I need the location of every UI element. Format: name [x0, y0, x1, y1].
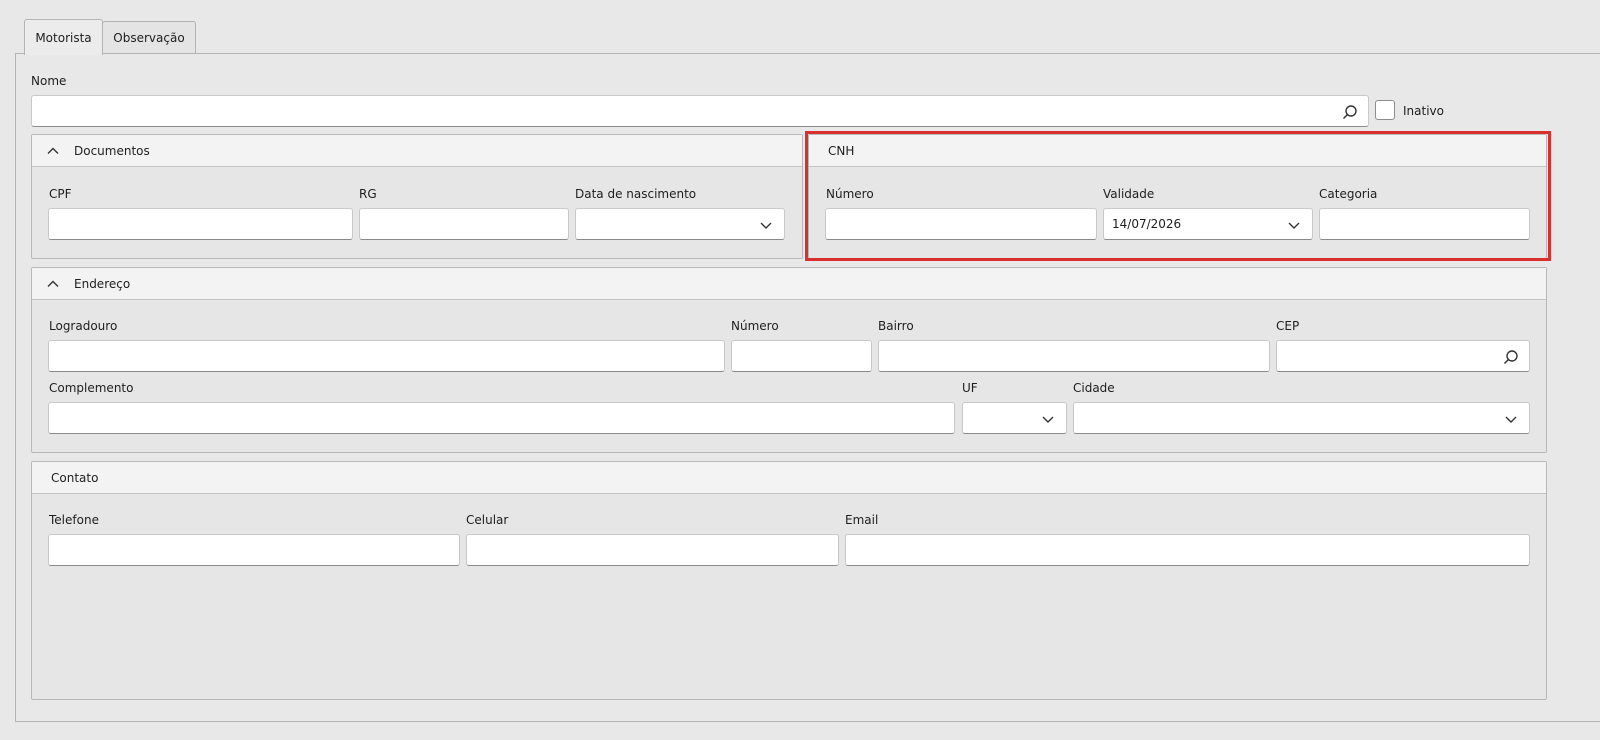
- uf-label: UF: [962, 381, 978, 395]
- telefone-input[interactable]: [48, 534, 460, 566]
- search-icon[interactable]: [1342, 104, 1358, 120]
- celular-label: Celular: [466, 513, 509, 527]
- chevron-down-icon[interactable]: [1503, 411, 1519, 427]
- cep-input[interactable]: [1276, 340, 1530, 372]
- inativo-checkbox[interactable]: [1375, 100, 1395, 120]
- nome-label: Nome: [31, 74, 67, 88]
- bairro-label: Bairro: [878, 319, 914, 333]
- tab-observacao[interactable]: Observação: [102, 21, 196, 54]
- tab-motorista[interactable]: Motorista: [24, 19, 103, 55]
- logradouro-input[interactable]: [48, 340, 725, 372]
- search-icon[interactable]: [1503, 349, 1519, 365]
- chevron-up-icon[interactable]: [46, 277, 60, 291]
- cpf-input[interactable]: [48, 208, 353, 240]
- contato-title: Contato: [51, 470, 99, 485]
- cep-label: CEP: [1276, 319, 1300, 333]
- inativo-label: Inativo: [1403, 104, 1444, 118]
- data-nascimento-select[interactable]: [575, 208, 785, 240]
- endereco-header[interactable]: Endereço: [32, 268, 1546, 300]
- bairro-input[interactable]: [878, 340, 1270, 372]
- tab-label: Motorista: [35, 30, 92, 45]
- celular-input[interactable]: [466, 534, 839, 566]
- contato-panel: Contato: [31, 461, 1547, 700]
- uf-select[interactable]: [962, 402, 1067, 434]
- documentos-header[interactable]: Documentos: [32, 135, 802, 167]
- endereco-numero-label: Número: [731, 319, 779, 333]
- chevron-down-icon[interactable]: [1040, 411, 1056, 427]
- endereco-numero-input[interactable]: [731, 340, 872, 372]
- nome-input[interactable]: [31, 95, 1369, 127]
- chevron-up-icon[interactable]: [46, 144, 60, 158]
- cnh-highlight-box: [805, 131, 1551, 261]
- cidade-select[interactable]: [1073, 402, 1530, 434]
- complemento-input[interactable]: [48, 402, 955, 434]
- logradouro-label: Logradouro: [49, 319, 118, 333]
- email-input[interactable]: [845, 534, 1530, 566]
- telefone-label: Telefone: [49, 513, 99, 527]
- email-label: Email: [845, 513, 879, 527]
- contato-header: Contato: [32, 462, 1546, 494]
- cidade-label: Cidade: [1073, 381, 1115, 395]
- documentos-title: Documentos: [74, 143, 150, 158]
- data-nascimento-label: Data de nascimento: [575, 187, 697, 201]
- chevron-down-icon[interactable]: [758, 217, 774, 233]
- complemento-label: Complemento: [49, 381, 134, 395]
- tab-label: Observação: [113, 31, 185, 45]
- rg-input[interactable]: [359, 208, 569, 240]
- endereco-title: Endereço: [74, 276, 131, 291]
- rg-label: RG: [359, 187, 377, 201]
- cpf-label: CPF: [49, 187, 72, 201]
